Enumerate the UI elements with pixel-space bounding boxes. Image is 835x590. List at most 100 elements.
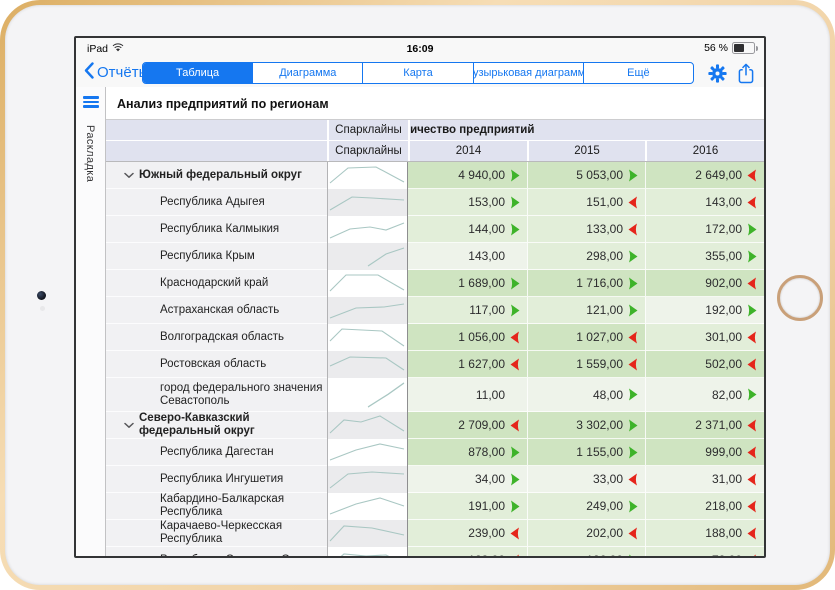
value-cell-2015[interactable]: 121,00 bbox=[527, 297, 645, 324]
region-label-cell[interactable]: Кабардино-Балкарская Республика bbox=[106, 493, 327, 520]
sparkline-chart bbox=[328, 216, 407, 243]
value-cell-2015[interactable]: 133,00 bbox=[527, 216, 645, 243]
value-cell-2014[interactable]: 1 627,00 bbox=[408, 351, 527, 378]
sparkline-cell[interactable] bbox=[327, 520, 408, 547]
value-cell-2014[interactable]: 144,00 bbox=[408, 216, 527, 243]
tab-4[interactable]: Ещё bbox=[583, 63, 693, 83]
sparkline-cell[interactable] bbox=[327, 162, 408, 189]
header-sparkline[interactable]: Спарклайны bbox=[327, 141, 408, 161]
value-cell-2015[interactable]: 3 302,00 bbox=[527, 412, 645, 439]
value-cell-2015[interactable]: 151,00 bbox=[527, 189, 645, 216]
home-button[interactable] bbox=[777, 275, 823, 321]
sparkline-cell[interactable] bbox=[327, 243, 408, 270]
tab-0[interactable]: Таблица bbox=[143, 63, 252, 83]
region-label-cell[interactable]: Республика Ингушетия bbox=[106, 466, 327, 493]
sparkline-cell[interactable] bbox=[327, 412, 408, 439]
value-cell-2016[interactable]: 188,00 bbox=[645, 520, 764, 547]
value-cell-2015[interactable]: 1 716,00 bbox=[527, 270, 645, 297]
value-cell-2016[interactable]: 355,00 bbox=[645, 243, 764, 270]
header-year-2016[interactable]: 2016 bbox=[645, 141, 764, 161]
header-measure-group[interactable]: Количество предприятий bbox=[408, 120, 764, 140]
region-label-cell[interactable]: Ростовская область bbox=[106, 351, 327, 378]
region-label-cell[interactable]: Волгоградская область bbox=[106, 324, 327, 351]
value-cell-2015[interactable]: 1 155,00 bbox=[527, 439, 645, 466]
region-label-cell[interactable]: Республика Дагестан bbox=[106, 439, 327, 466]
chevron-down-icon[interactable] bbox=[124, 172, 134, 179]
value-cell-2014[interactable]: 1 689,00 bbox=[408, 270, 527, 297]
trend-up-icon bbox=[628, 169, 638, 182]
value-cell-2014[interactable]: 239,00 bbox=[408, 520, 527, 547]
sparkline-cell[interactable] bbox=[327, 439, 408, 466]
share-button[interactable] bbox=[738, 63, 754, 84]
sparkline-cell[interactable] bbox=[327, 324, 408, 351]
value-cell-2014[interactable]: 1 056,00 bbox=[408, 324, 527, 351]
value-cell-2015[interactable]: 33,00 bbox=[527, 466, 645, 493]
value-cell-2014[interactable]: 143,00 bbox=[408, 243, 527, 270]
value-cell-2014[interactable]: 11,00 bbox=[408, 378, 527, 412]
value-cell-2016[interactable]: 218,00 bbox=[645, 493, 764, 520]
value-cell-2016[interactable]: 82,00 bbox=[645, 378, 764, 412]
region-label-cell[interactable]: Карачаево-Черкесская Республика bbox=[106, 520, 327, 547]
region-label-cell[interactable]: Республика Северная Осетия bbox=[106, 547, 327, 556]
value-cell-2016[interactable]: 72,00 bbox=[645, 547, 764, 556]
chevron-down-icon[interactable] bbox=[124, 422, 134, 429]
value-cell-2016[interactable]: 999,00 bbox=[645, 439, 764, 466]
value-cell-2014[interactable]: 153,00 bbox=[408, 189, 527, 216]
hamburger-icon[interactable] bbox=[83, 96, 99, 108]
value-cell-2016[interactable]: 2 649,00 bbox=[645, 162, 764, 189]
value-cell-2016[interactable]: 502,00 bbox=[645, 351, 764, 378]
region-label-cell[interactable]: Южный федеральный округ bbox=[106, 162, 327, 189]
sparkline-cell[interactable] bbox=[327, 351, 408, 378]
value-cell-2015[interactable]: 126,00 bbox=[527, 547, 645, 556]
region-label: Астраханская область bbox=[160, 304, 279, 317]
value-cell-2015[interactable]: 48,00 bbox=[527, 378, 645, 412]
sparkline-cell[interactable] bbox=[327, 378, 408, 412]
layout-tab[interactable]: Раскладка bbox=[84, 125, 96, 182]
value-cell-2015[interactable]: 298,00 bbox=[527, 243, 645, 270]
region-label-cell[interactable]: город федерального значения Севастополь bbox=[106, 378, 327, 412]
sparkline-cell[interactable] bbox=[327, 216, 408, 243]
value-cell-2016[interactable]: 192,00 bbox=[645, 297, 764, 324]
value-cell-2014[interactable]: 2 709,00 bbox=[408, 412, 527, 439]
value-cell-2014[interactable]: 4 940,00 bbox=[408, 162, 527, 189]
tab-2[interactable]: Карта bbox=[362, 63, 472, 83]
value-cell-2015[interactable]: 1 559,00 bbox=[527, 351, 645, 378]
value-cell-2016[interactable]: 143,00 bbox=[645, 189, 764, 216]
value-cell-2015[interactable]: 249,00 bbox=[527, 493, 645, 520]
value-cell-2016[interactable]: 172,00 bbox=[645, 216, 764, 243]
value-cell-2014[interactable]: 123,00 bbox=[408, 547, 527, 556]
sparkline-cell[interactable] bbox=[327, 297, 408, 324]
value-cell-2016[interactable]: 31,00 bbox=[645, 466, 764, 493]
value-cell-2014[interactable]: 191,00 bbox=[408, 493, 527, 520]
value-cell-2015[interactable]: 202,00 bbox=[527, 520, 645, 547]
table-row: Республика Дагестан 878,001 155,00999,00 bbox=[106, 439, 764, 466]
region-label-cell[interactable]: Республика Крым bbox=[106, 243, 327, 270]
value-cell-2015[interactable]: 1 027,00 bbox=[527, 324, 645, 351]
sparkline-cell[interactable] bbox=[327, 189, 408, 216]
region-label-cell[interactable]: Северо-Кавказский федеральный округ bbox=[106, 412, 327, 439]
sparkline-cell[interactable] bbox=[327, 466, 408, 493]
region-label: Республика Северная Осетия bbox=[160, 554, 320, 557]
sparkline-cell[interactable] bbox=[327, 547, 408, 556]
region-label-cell[interactable]: Республика Калмыкия bbox=[106, 216, 327, 243]
header-sparkline-group[interactable]: Спарклайны bbox=[327, 120, 408, 140]
settings-button[interactable] bbox=[708, 64, 727, 83]
value-cell-2016[interactable]: 301,00 bbox=[645, 324, 764, 351]
tab-3[interactable]: Пузырьковая диаграмма bbox=[473, 63, 583, 83]
value-cell-2015[interactable]: 5 053,00 bbox=[527, 162, 645, 189]
value-cell-2016[interactable]: 902,00 bbox=[645, 270, 764, 297]
tab-1[interactable]: Диаграмма bbox=[252, 63, 362, 83]
region-label-cell[interactable]: Астраханская область bbox=[106, 297, 327, 324]
sparkline-cell[interactable] bbox=[327, 493, 408, 520]
header-year-2015[interactable]: 2015 bbox=[527, 141, 645, 161]
value-cell-2014[interactable]: 34,00 bbox=[408, 466, 527, 493]
back-button[interactable]: Отчёты bbox=[84, 62, 149, 83]
value-text: 2 371,00 bbox=[695, 418, 742, 432]
region-label-cell[interactable]: Краснодарский край bbox=[106, 270, 327, 297]
value-cell-2014[interactable]: 117,00 bbox=[408, 297, 527, 324]
value-cell-2014[interactable]: 878,00 bbox=[408, 439, 527, 466]
header-year-2014[interactable]: 2014 bbox=[408, 141, 527, 161]
value-cell-2016[interactable]: 2 371,00 bbox=[645, 412, 764, 439]
sparkline-cell[interactable] bbox=[327, 270, 408, 297]
region-label-cell[interactable]: Республика Адыгея bbox=[106, 189, 327, 216]
